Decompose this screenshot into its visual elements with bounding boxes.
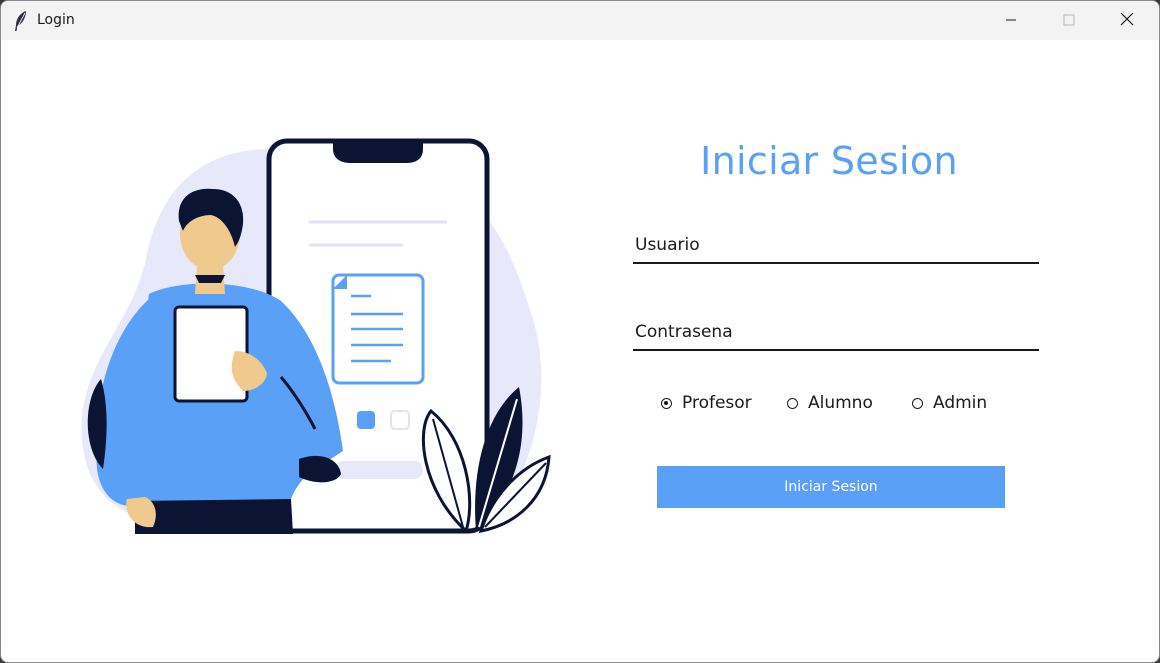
username-input[interactable]: [633, 228, 1039, 264]
role-radio-profesor[interactable]: Profesor: [661, 391, 752, 415]
title-bar[interactable]: Login: [1, 1, 1159, 40]
login-heading: Iniciar Sesion: [700, 139, 958, 183]
login-illustration: [71, 129, 571, 541]
radio-checked-icon: [661, 397, 672, 409]
close-button[interactable]: [1098, 1, 1156, 40]
minimize-icon: [1005, 11, 1017, 30]
feather-icon: [13, 10, 29, 32]
role-radio-admin[interactable]: Admin: [912, 391, 987, 415]
role-label-admin: Admin: [933, 393, 988, 413]
radio-unchecked-icon: [912, 397, 923, 409]
window-title: Login: [37, 12, 75, 28]
role-radio-alumno[interactable]: Alumno: [787, 391, 873, 415]
password-input[interactable]: [633, 315, 1039, 351]
login-window: Login Iniciar Sesion Usuario Contrasena …: [0, 0, 1160, 663]
close-icon: [1120, 11, 1134, 30]
login-submit-button[interactable]: Iniciar Sesion: [657, 466, 1005, 508]
role-label-profesor: Profesor: [682, 393, 752, 413]
radio-unchecked-icon: [787, 397, 798, 409]
maximize-icon: [1063, 11, 1075, 30]
maximize-button[interactable]: [1040, 1, 1098, 40]
role-label-alumno: Alumno: [808, 393, 873, 413]
minimize-button[interactable]: [982, 1, 1040, 40]
